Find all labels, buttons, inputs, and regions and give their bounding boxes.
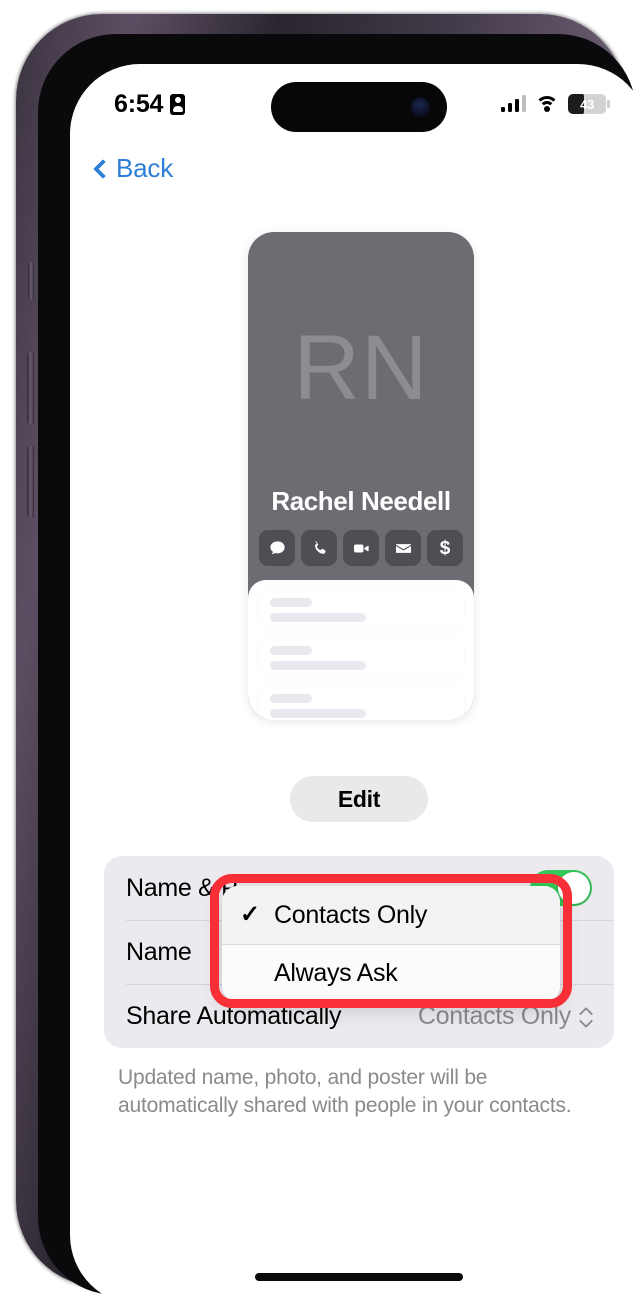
back-button[interactable]: Back [93, 152, 174, 184]
settings-row-label: Name & P [126, 873, 238, 902]
share-automatically-value: Contacts Only [417, 1001, 571, 1030]
back-button-label: Back [116, 152, 174, 183]
front-camera-icon [411, 97, 430, 117]
list-item [258, 590, 464, 630]
popup-menu-item-always-ask[interactable]: ✓ Always Ask [222, 944, 560, 1002]
dollar-sign-icon: $ [439, 537, 451, 559]
status-bar-right: 43 [500, 94, 610, 114]
envelope-icon [395, 543, 411, 553]
edit-button[interactable]: Edit [290, 776, 428, 822]
poster-contact-name: Rachel Needell [271, 486, 451, 516]
battery-icon: 43 [568, 94, 610, 114]
video-camera-icon [353, 544, 369, 552]
mail-button[interactable] [385, 530, 421, 566]
skeleton-bar [270, 598, 312, 607]
chevron-left-icon [93, 158, 113, 179]
volume-up-button[interactable] [27, 352, 34, 424]
settings-row-label: Name [126, 937, 192, 966]
message-button[interactable] [259, 530, 295, 566]
phone-bezel: 6:54 43 Back RN Rachel Needell $ Edit Na… [38, 34, 642, 1305]
wifi-icon [535, 95, 559, 113]
popup-menu-item-label: Contacts Only [274, 900, 428, 929]
popup-menu-item-label: Always Ask [274, 959, 398, 987]
phone-icon [314, 540, 326, 554]
skeleton-bar [270, 661, 366, 670]
phone-frame: 6:54 43 Back RN Rachel Needell $ Edit Na… [16, 14, 642, 1305]
phone-screen: 6:54 43 Back RN Rachel Needell $ Edit Na… [70, 64, 642, 1305]
payment-button[interactable]: $ [427, 530, 463, 566]
contact-action-row: $ [259, 530, 463, 566]
settings-row-control[interactable]: Contacts Only [418, 1002, 592, 1031]
skeleton-bar [270, 613, 366, 622]
poster-initials: RN [293, 317, 429, 419]
status-bar-left: 6:54 [114, 89, 186, 119]
share-automatically-popup-menu: ✓ Contacts Only ✓ Always Ask [222, 886, 560, 1002]
navigation-bar: Back [70, 142, 642, 194]
home-indicator[interactable] [255, 1273, 463, 1281]
toggle-knob [558, 872, 590, 904]
contact-card-icon [170, 93, 186, 115]
settings-row-label: Share Automatically [126, 1001, 342, 1030]
popup-menu-item-contacts-only[interactable]: ✓ Contacts Only [222, 886, 560, 944]
skeleton-bar [270, 709, 366, 718]
chevron-up-down-icon[interactable] [581, 1008, 592, 1025]
volume-down-button[interactable] [27, 446, 34, 518]
skeleton-bar [270, 646, 312, 655]
checkmark-icon: ✓ [240, 901, 260, 928]
settings-footer-note: Updated name, photo, and poster will be … [118, 1066, 572, 1118]
call-button[interactable] [301, 530, 337, 566]
poster-detail-sheet [248, 580, 474, 720]
battery-level-label: 43 [580, 96, 594, 112]
status-time: 6:54 [114, 89, 164, 118]
list-item [258, 686, 464, 720]
skeleton-bar [270, 694, 312, 703]
facetime-button[interactable] [343, 530, 379, 566]
list-item [258, 638, 464, 678]
contact-poster-card[interactable]: RN Rachel Needell $ [248, 232, 474, 720]
cellular-signal-icon [500, 95, 526, 112]
mute-switch-button[interactable] [28, 262, 34, 300]
dynamic-island [271, 82, 447, 132]
message-bubble-icon [269, 540, 285, 554]
